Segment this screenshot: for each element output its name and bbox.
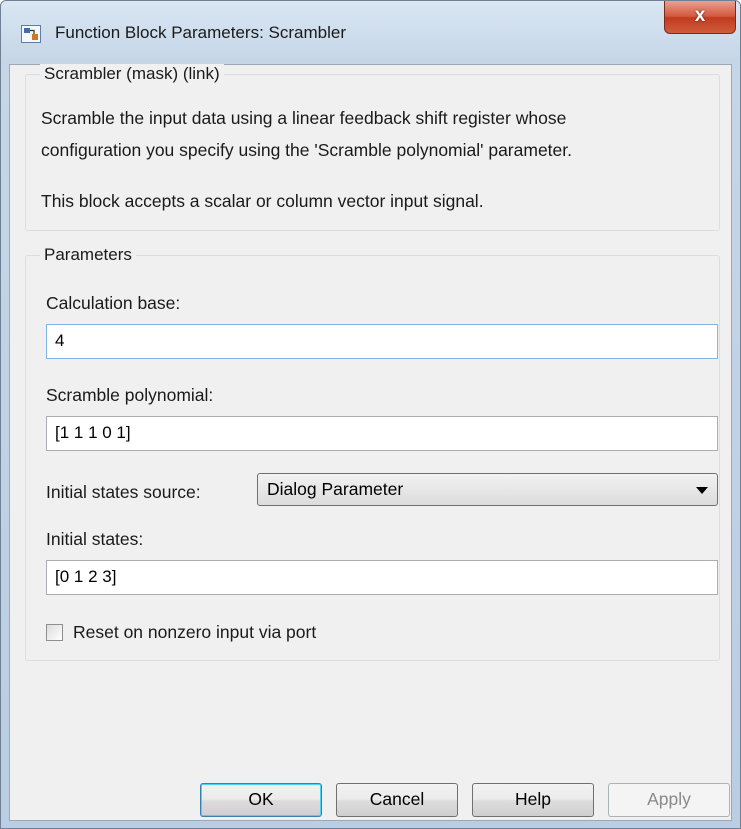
calculation-base-label: Calculation base: xyxy=(46,293,181,313)
simulink-block-icon xyxy=(21,25,41,43)
dialog-body: Scrambler (mask) (link) Scramble the inp… xyxy=(9,64,732,821)
initial-states-source-select[interactable]: Dialog Parameter xyxy=(257,473,718,506)
chevron-down-icon xyxy=(696,487,708,494)
scramble-polynomial-label: Scramble polynomial: xyxy=(46,385,214,405)
title-bar[interactable]: Function Block Parameters: Scrambler x xyxy=(1,1,740,63)
scramble-polynomial-input[interactable]: [1 1 1 0 1] xyxy=(46,416,718,451)
mask-group-legend: Scrambler (mask) (link) xyxy=(40,64,224,84)
cancel-button[interactable]: Cancel xyxy=(336,783,458,817)
reset-on-nonzero-checkbox[interactable] xyxy=(46,624,63,641)
calculation-base-input[interactable]: 4 xyxy=(46,324,718,359)
dialog-window: Function Block Parameters: Scrambler x S… xyxy=(0,0,741,829)
close-button[interactable]: x xyxy=(664,1,736,34)
description-line-1: Scramble the input data using a linear f… xyxy=(41,108,567,128)
close-icon: x xyxy=(694,5,706,26)
apply-button[interactable]: Apply xyxy=(608,783,730,817)
initial-states-label: Initial states: xyxy=(46,529,144,549)
reset-on-nonzero-label[interactable]: Reset on nonzero input via port xyxy=(73,622,316,643)
description-line-2: configuration you specify using the 'Scr… xyxy=(41,140,572,160)
ok-button[interactable]: OK xyxy=(200,783,322,817)
window-title: Function Block Parameters: Scrambler xyxy=(55,23,346,42)
initial-states-source-label: Initial states source: xyxy=(46,482,201,502)
parameters-group-legend: Parameters xyxy=(40,245,136,265)
description-line-3: This block accepts a scalar or column ve… xyxy=(41,191,484,211)
help-button[interactable]: Help xyxy=(472,783,594,817)
initial-states-input[interactable]: [0 1 2 3] xyxy=(46,560,718,595)
initial-states-source-value: Dialog Parameter xyxy=(267,479,404,499)
parameters-group: Parameters xyxy=(25,245,720,661)
